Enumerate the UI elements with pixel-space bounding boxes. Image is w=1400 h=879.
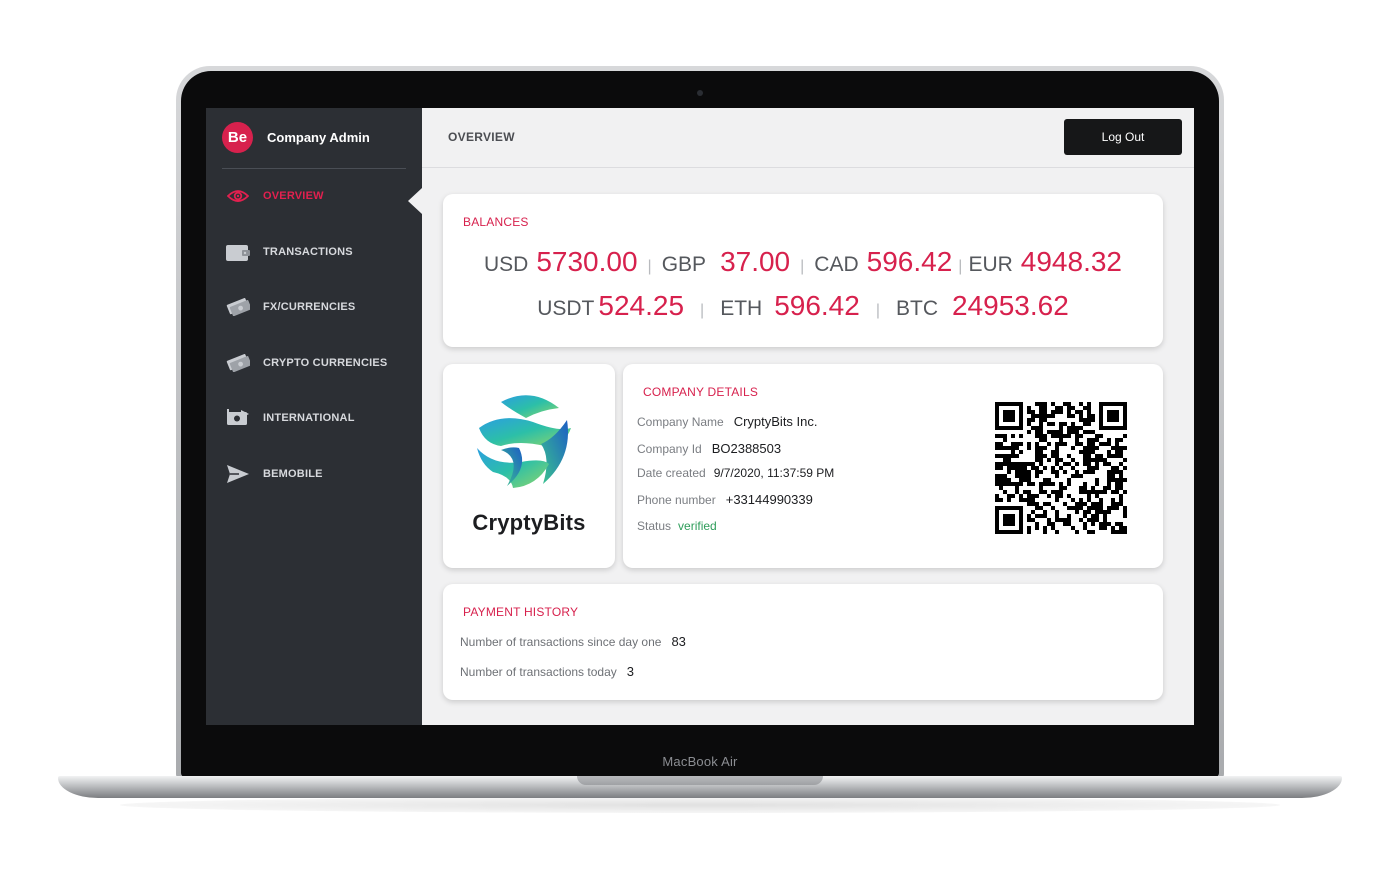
balance-amount: 596.42 xyxy=(774,290,860,321)
eye-icon xyxy=(226,186,250,206)
status-badge: verified xyxy=(678,519,717,533)
sidebar-item-label: OVERVIEW xyxy=(263,190,324,202)
balances-row: USDT 524.25 | ETH 596.42 | BTC 24953.62 xyxy=(443,290,1163,322)
app-screen: Be Company Admin OVERVIEW TRANSACTIONS F… xyxy=(206,108,1194,725)
sidebar-item-bemobile[interactable]: BEMOBILE xyxy=(226,460,422,488)
detail-row-date-created: Date created 9/7/2020, 11:37:59 PM xyxy=(637,466,834,480)
sidebar-divider xyxy=(222,168,406,169)
balance-amount: 5730.00 xyxy=(536,246,638,277)
sidebar-item-label: TRANSACTIONS xyxy=(263,246,353,258)
balance-amount: 37.00 xyxy=(720,246,791,277)
transfer-icon xyxy=(226,408,250,428)
payment-value: 3 xyxy=(626,664,634,679)
payment-history-card: PAYMENT HISTORY Number of transactions s… xyxy=(443,584,1163,700)
balance-amount: 524.25 xyxy=(598,290,685,321)
sidebar-item-crypto-currencies[interactable]: CRYPTO CURRENCIES xyxy=(226,349,422,377)
detail-label: Date created xyxy=(637,466,706,480)
device-label: MacBook Air xyxy=(662,754,738,769)
sidebar-item-label: FX/CURRENCIES xyxy=(263,301,356,313)
brand[interactable]: Be Company Admin xyxy=(222,122,370,153)
detail-value: CryptyBits Inc. xyxy=(733,414,818,429)
detail-row-company-name: Company Name CryptyBits Inc. xyxy=(637,414,818,429)
balances-row: USD 5730.00 | GBP 37.00 | CAD 596.42 | E… xyxy=(443,246,1163,278)
balance-currency: CAD xyxy=(814,253,859,276)
balance-currency: BTC xyxy=(895,297,938,320)
sidebar-item-label: INTERNATIONAL xyxy=(263,412,355,424)
detail-row-company-id: Company Id BO2388503 xyxy=(637,441,781,456)
laptop-notch xyxy=(577,776,823,785)
sidebar-item-fx-currencies[interactable]: FX/CURRENCIES xyxy=(226,293,422,321)
balance-currency: ETH xyxy=(720,297,763,320)
logout-button[interactable]: Log Out xyxy=(1064,119,1182,155)
sidebar-item-label: BEMOBILE xyxy=(263,468,323,480)
camera-icon xyxy=(697,90,703,96)
qr-code-icon xyxy=(995,402,1127,534)
money-icon xyxy=(226,353,250,373)
company-details-title: COMPANY DETAILS xyxy=(643,385,759,399)
balances-card: BALANCES USD 5730.00 | GBP 37.00 | CAD 5… xyxy=(443,194,1163,347)
separator: | xyxy=(800,258,805,275)
detail-label: Status xyxy=(637,519,672,533)
company-logo-name: CryptyBits xyxy=(472,510,586,535)
balance-currency: GBP xyxy=(661,253,707,276)
detail-label: Company Id xyxy=(637,442,702,456)
page-title: OVERVIEW xyxy=(448,130,515,144)
detail-label: Phone number xyxy=(637,493,716,507)
payment-row-today: Number of transactions today 3 xyxy=(460,664,634,679)
active-indicator xyxy=(408,188,422,214)
top-bar: OVERVIEW Log Out xyxy=(422,108,1194,168)
sidebar-item-label: CRYPTO CURRENCIES xyxy=(263,357,388,369)
separator: | xyxy=(875,302,880,319)
detail-value: 9/7/2020, 11:37:59 PM xyxy=(713,466,835,480)
balance-amount: 596.42 xyxy=(866,246,953,277)
laptop-shadow xyxy=(120,797,1280,813)
balance-currency: EUR xyxy=(968,253,1013,276)
balance-amount: 24953.62 xyxy=(951,290,1069,321)
detail-row-phone: Phone number +33144990339 xyxy=(637,492,813,507)
separator: | xyxy=(647,258,652,275)
brand-title: Company Admin xyxy=(267,130,370,145)
detail-value: +33144990339 xyxy=(725,492,813,507)
sidebar-item-overview[interactable]: OVERVIEW xyxy=(226,182,422,210)
payment-label: Number of transactions since day one xyxy=(460,635,662,649)
money-icon xyxy=(226,297,250,317)
company-details-card: COMPANY DETAILS Company Name CryptyBits … xyxy=(623,364,1163,568)
balance-currency: USD xyxy=(483,253,529,276)
detail-row-status: Status verified xyxy=(637,519,717,533)
payment-label: Number of transactions today xyxy=(460,665,617,679)
sidebar-item-transactions[interactable]: TRANSACTIONS xyxy=(226,238,422,266)
send-icon xyxy=(226,464,250,484)
separator: | xyxy=(958,258,963,275)
company-logo-icon xyxy=(477,395,571,488)
detail-value: BO2388503 xyxy=(711,441,782,456)
wallet-icon xyxy=(226,242,250,262)
balance-amount: 4948.32 xyxy=(1020,246,1122,277)
payment-history-title: PAYMENT HISTORY xyxy=(463,605,579,619)
sidebar-item-international[interactable]: INTERNATIONAL xyxy=(226,404,422,432)
detail-label: Company Name xyxy=(637,415,724,429)
payment-row-total: Number of transactions since day one 83 xyxy=(460,634,686,649)
balances-title: BALANCES xyxy=(463,215,529,229)
payment-value: 83 xyxy=(671,634,686,649)
balance-currency: USDT xyxy=(537,297,595,320)
brand-logo: Be xyxy=(222,122,253,153)
laptop-mockup: MacBook Air Be Company Admin OVERVIEW TR… xyxy=(0,0,1400,879)
separator: | xyxy=(700,302,705,319)
company-logo-card: CryptyBits xyxy=(443,364,615,568)
sidebar: Be Company Admin OVERVIEW TRANSACTIONS F… xyxy=(206,108,422,725)
